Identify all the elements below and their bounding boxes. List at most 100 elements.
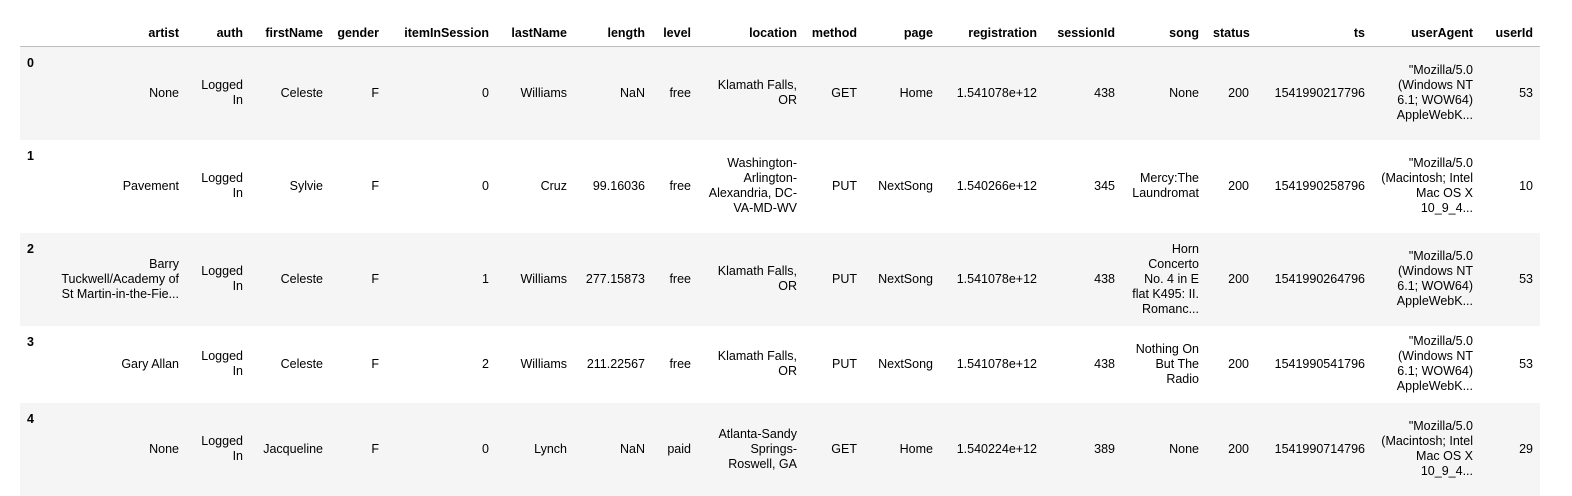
cell-method: GET bbox=[831, 441, 857, 456]
cell-userid: 53 bbox=[1519, 271, 1533, 286]
cell-useragent: "Mozilla/5.0 (Windows NT 6.1; WOW64) App… bbox=[1396, 63, 1473, 123]
cell-location: Washington-Arlington-Alexandria, DC-VA-M… bbox=[708, 156, 797, 215]
column-header-level: level bbox=[652, 22, 698, 47]
cell-ts: 1541990258796 bbox=[1274, 178, 1365, 193]
cell-location: Klamath Falls, OR bbox=[717, 264, 797, 293]
cell-status: 200 bbox=[1228, 271, 1249, 286]
cell-artist: Gary Allan bbox=[121, 356, 179, 371]
cell-iteminsession: 2 bbox=[482, 356, 489, 371]
cell-lastname: Williams bbox=[520, 85, 567, 100]
cell-auth: Logged In bbox=[201, 264, 243, 293]
cell-location: Klamath Falls, OR bbox=[717, 78, 797, 108]
cell-song: None bbox=[1169, 441, 1199, 456]
row-index: 4 bbox=[27, 411, 34, 426]
cell-lastname: Cruz bbox=[540, 178, 567, 193]
cell-lastname: Williams bbox=[520, 356, 567, 371]
cell-iteminsession: 0 bbox=[482, 441, 489, 456]
cell-iteminsession: 0 bbox=[482, 85, 489, 100]
cell-auth: Logged In bbox=[201, 78, 243, 108]
cell-registration: 1.540224e+12 bbox=[956, 441, 1037, 456]
cell-lastname: Lynch bbox=[534, 441, 567, 456]
cell-registration: 1.541078e+12 bbox=[956, 356, 1037, 371]
cell-song: Mercy:The Laundromat bbox=[1132, 171, 1199, 200]
cell-sessionid: 345 bbox=[1094, 178, 1115, 193]
cell-artist: Barry Tuckwell/Academy of St Martin-in-t… bbox=[61, 256, 179, 301]
column-header-page: page bbox=[864, 22, 940, 47]
cell-auth: Logged In bbox=[201, 434, 243, 463]
column-header-auth: auth bbox=[186, 22, 250, 47]
column-header-firstname: firstName bbox=[250, 22, 330, 47]
cell-userid: 53 bbox=[1519, 85, 1533, 100]
cell-length: NaN bbox=[619, 441, 645, 456]
cell-length: 211.22567 bbox=[586, 356, 645, 371]
cell-iteminsession: 0 bbox=[482, 178, 489, 193]
cell-useragent: "Mozilla/5.0 (Windows NT 6.1; WOW64) App… bbox=[1396, 249, 1473, 308]
cell-lastname: Williams bbox=[520, 271, 567, 286]
cell-iteminsession: 1 bbox=[482, 271, 489, 286]
row-index: 0 bbox=[27, 56, 34, 70]
column-header-gender: gender bbox=[330, 22, 386, 47]
column-header-length: length bbox=[574, 22, 652, 47]
cell-registration: 1.541078e+12 bbox=[956, 85, 1037, 100]
column-header-sessionid: sessionId bbox=[1044, 22, 1122, 47]
column-header-lastname: lastName bbox=[496, 22, 574, 47]
cell-sessionid: 438 bbox=[1094, 271, 1115, 286]
cell-artist: None bbox=[149, 441, 179, 456]
cell-gender: F bbox=[371, 178, 379, 193]
cell-firstname: Celeste bbox=[280, 356, 323, 371]
cell-song: Horn Concerto No. 4 in E flat K495: II. … bbox=[1132, 241, 1199, 316]
cell-userid: 29 bbox=[1519, 441, 1533, 456]
cell-level: free bbox=[669, 356, 691, 371]
column-header-status: status bbox=[1206, 22, 1256, 47]
cell-ts: 1541990541796 bbox=[1274, 356, 1365, 371]
cell-song: None bbox=[1169, 85, 1199, 100]
table-body: 0 None Logged In Celeste F 0 Williams Na… bbox=[20, 46, 1540, 496]
cell-useragent: "Mozilla/5.0 (Windows NT 6.1; WOW64) App… bbox=[1396, 334, 1473, 393]
cell-gender: F bbox=[371, 356, 379, 371]
row-index: 3 bbox=[27, 334, 34, 349]
cell-firstname: Jacqueline bbox=[263, 441, 323, 456]
column-header-iteminsession: itemInSession bbox=[386, 22, 496, 47]
cell-auth: Logged In bbox=[201, 171, 243, 200]
cell-location: Atlanta-Sandy Springs-Roswell, GA bbox=[718, 426, 797, 471]
cell-method: PUT bbox=[832, 271, 857, 286]
cell-page: Home bbox=[899, 85, 933, 100]
cell-location: Klamath Falls, OR bbox=[717, 349, 797, 378]
cell-level: free bbox=[669, 178, 691, 193]
cell-ts: 1541990714796 bbox=[1274, 441, 1365, 456]
cell-status: 200 bbox=[1228, 441, 1249, 456]
cell-length: 99.16036 bbox=[592, 178, 645, 193]
cell-length: 277.15873 bbox=[585, 271, 645, 286]
column-header-location: location bbox=[698, 22, 804, 47]
table-row: 0 None Logged In Celeste F 0 Williams Na… bbox=[20, 46, 1540, 140]
table-row: 3 Gary Allan Logged In Celeste F 2 Willi… bbox=[20, 326, 1540, 403]
cell-ts: 1541990264796 bbox=[1274, 271, 1365, 286]
cell-level: paid bbox=[667, 441, 691, 456]
row-index: 1 bbox=[27, 148, 34, 163]
cell-registration: 1.541078e+12 bbox=[956, 271, 1037, 286]
cell-artist: None bbox=[149, 85, 179, 100]
cell-userid: 10 bbox=[1519, 178, 1533, 193]
cell-status: 200 bbox=[1228, 356, 1249, 371]
column-header-method: method bbox=[804, 22, 864, 47]
cell-gender: F bbox=[371, 271, 379, 286]
cell-status: 200 bbox=[1228, 85, 1249, 100]
cell-page: NextSong bbox=[878, 178, 933, 193]
column-header-artist: artist bbox=[46, 22, 186, 47]
cell-method: PUT bbox=[832, 356, 857, 371]
cell-song: Nothing On But The Radio bbox=[1135, 341, 1199, 386]
cell-method: PUT bbox=[832, 178, 857, 193]
cell-page: NextSong bbox=[878, 271, 933, 286]
cell-gender: F bbox=[371, 441, 379, 456]
index-header bbox=[20, 22, 46, 47]
cell-useragent: "Mozilla/5.0 (Macintosh; Intel Mac OS X … bbox=[1381, 156, 1473, 215]
column-header-ts: ts bbox=[1256, 22, 1372, 47]
cell-page: NextSong bbox=[878, 356, 933, 371]
cell-page: Home bbox=[899, 441, 933, 456]
cell-sessionid: 389 bbox=[1094, 441, 1115, 456]
table-row: 2 Barry Tuckwell/Academy of St Martin-in… bbox=[20, 232, 1540, 326]
cell-firstname: Celeste bbox=[280, 85, 323, 100]
column-header-userid: userId bbox=[1480, 22, 1540, 47]
cell-length: NaN bbox=[619, 85, 645, 100]
table-row: 4 None Logged In Jacqueline F 0 Lynch Na… bbox=[20, 402, 1540, 496]
